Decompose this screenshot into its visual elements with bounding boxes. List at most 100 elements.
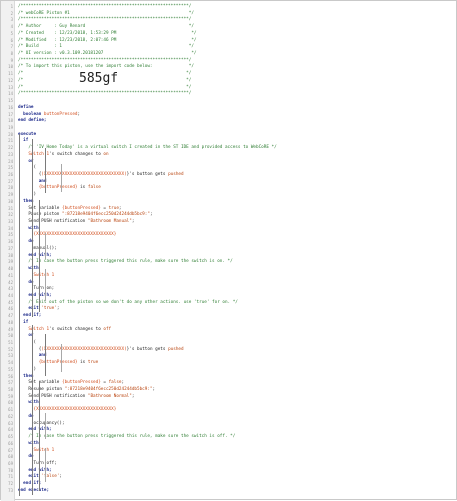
then-block-bar-2	[39, 381, 40, 491]
code-token: Send PUSH notification	[18, 219, 88, 225]
code-token: "Bathroom Manual"	[87, 219, 132, 225]
code-line: Set variable {buttonPressed} = true;	[18, 205, 122, 212]
code-line: Switch 1	[18, 273, 55, 279]
line-number: 12	[8, 77, 13, 83]
code-token: /***************************************…	[18, 57, 192, 63]
code-token: manual();	[18, 245, 57, 251]
code-token: {buttonPressed}	[61, 205, 101, 211]
code-line: /* webCoRE Piston #1 */	[18, 11, 194, 17]
line-number: 13	[8, 84, 13, 90]
code-token: end with;	[18, 427, 52, 433]
code-line: /***************************************…	[18, 91, 191, 97]
line-number: 63	[8, 420, 13, 426]
code-token: occupancy();	[18, 420, 65, 426]
code-line: end with;	[18, 253, 51, 259]
line-number: 9	[10, 57, 13, 63]
code-line: /* Build : 1 */	[18, 44, 194, 50]
code-token: /* Exit out of the piston so we don't do…	[18, 299, 238, 305]
code-line: /* Created : 12/23/2018, 1:53:29 PM */	[18, 31, 197, 37]
code-token: with	[18, 225, 39, 231]
code-token: /* To import this piston, use the import…	[18, 64, 194, 70]
code-line: {buttonPressed} is false	[18, 185, 101, 191]
line-number: 33	[8, 219, 13, 225]
import-code: 585gf	[79, 71, 119, 86]
code-token: ;	[131, 393, 135, 399]
line-number: 45	[8, 299, 13, 305]
code-token: Turn off;	[18, 460, 57, 466]
code-token: (XXXXXXXXXXXXXXXXXXXXXXXXXXXXXXX)	[41, 346, 127, 352]
line-number: 35	[8, 232, 13, 238]
code-token: buttonPressed	[43, 111, 78, 117]
line-number: 39	[8, 259, 13, 265]
code-token: ":87218e9404f6ecc250d24244db5bc9:"	[64, 387, 153, 393]
condition-group-bar-2	[45, 334, 46, 376]
code-token: 's switch changes to	[49, 326, 104, 332]
line-number: 27	[8, 178, 13, 184]
code-token: ;	[118, 205, 122, 211]
code-line: /* 'IV Home Today' is a virtual switch I…	[18, 145, 276, 151]
line-number: 51	[8, 340, 13, 345]
line-number: 23	[8, 151, 13, 157]
line-number: 29	[8, 192, 13, 198]
code-line: /* In case the button press triggered th…	[18, 259, 232, 265]
code-token: true	[108, 205, 119, 211]
code-token: 'true'	[41, 306, 57, 312]
line-number: 59	[8, 393, 13, 399]
code-line: (	[18, 340, 37, 346]
code-line: Switch 1	[18, 448, 55, 454]
line-number: 36	[8, 239, 13, 245]
code-line: /* UI version : v0.3.109.20181207 */	[18, 51, 197, 57]
execute-block-bar	[19, 134, 20, 496]
code-line: Turn on;	[18, 286, 55, 292]
line-number: 34	[8, 225, 13, 231]
code-line: {(XXXXXXXXXXXXXXXXXXXXXXXXXXXXXXX)}'s bu…	[18, 172, 184, 178]
line-number: 25	[8, 165, 13, 171]
code-token: 's switch changes to	[49, 151, 104, 157]
line-number: 26	[8, 172, 13, 177]
code-line: /* To import this piston, use the import…	[18, 64, 194, 70]
line-number: 21	[8, 138, 13, 144]
code-token: with	[18, 440, 39, 446]
line-number: 4	[10, 24, 13, 30]
line-number: 30	[8, 198, 13, 204]
line-number: 7	[10, 44, 13, 50]
line-number: 28	[8, 185, 13, 191]
line-number: 53	[8, 353, 13, 359]
code-token: end with;	[18, 292, 52, 298]
with-block-bar-1	[45, 233, 46, 259]
code-token: {	[18, 346, 42, 352]
code-token: Turn on;	[18, 286, 55, 292]
line-number: 14	[8, 91, 13, 97]
code-token: is	[77, 185, 88, 191]
code-token: )	[18, 192, 37, 198]
code-token: off	[103, 326, 112, 332]
code-token: false	[108, 380, 122, 386]
code-line: end if;	[18, 481, 41, 487]
code-token: /***************************************…	[18, 91, 192, 97]
code-line: execute	[18, 132, 36, 138]
line-number-gutter: 1 2 3 4 5 6 7 8 9 10 11 12 13 14 15 16 17 18 19 20 21 22 23 24 2…	[1, 1, 15, 501]
with-block-bar-3	[45, 413, 46, 439]
line-number: 54	[8, 360, 13, 366]
code-token: boolean	[18, 111, 44, 117]
code-token: =	[100, 205, 109, 211]
code-line: Set variable {buttonPressed} = false;	[18, 380, 124, 386]
line-number: 8	[10, 51, 13, 57]
code-line: end if;	[18, 313, 41, 319]
line-number: 18	[8, 118, 13, 124]
code-line: end with;	[18, 468, 51, 474]
line-number: 22	[8, 145, 13, 151]
line-number: 46	[8, 306, 13, 312]
code-line: /***************************************…	[18, 17, 191, 23]
if-block-bar-2	[32, 325, 33, 495]
line-number: 10	[8, 64, 13, 70]
line-number: 61	[8, 407, 13, 413]
line-number: 20	[8, 131, 13, 137]
paren-group-bar-2	[61, 344, 62, 372]
line-number: 40	[8, 266, 13, 272]
code-line: /* Modified : 12/23/2018, 2:07:46 PM */	[18, 38, 197, 44]
line-number: 37	[8, 245, 13, 251]
code-line: (	[18, 165, 37, 171]
line-number: 15	[8, 98, 13, 104]
then-block-bar-1	[39, 200, 40, 312]
